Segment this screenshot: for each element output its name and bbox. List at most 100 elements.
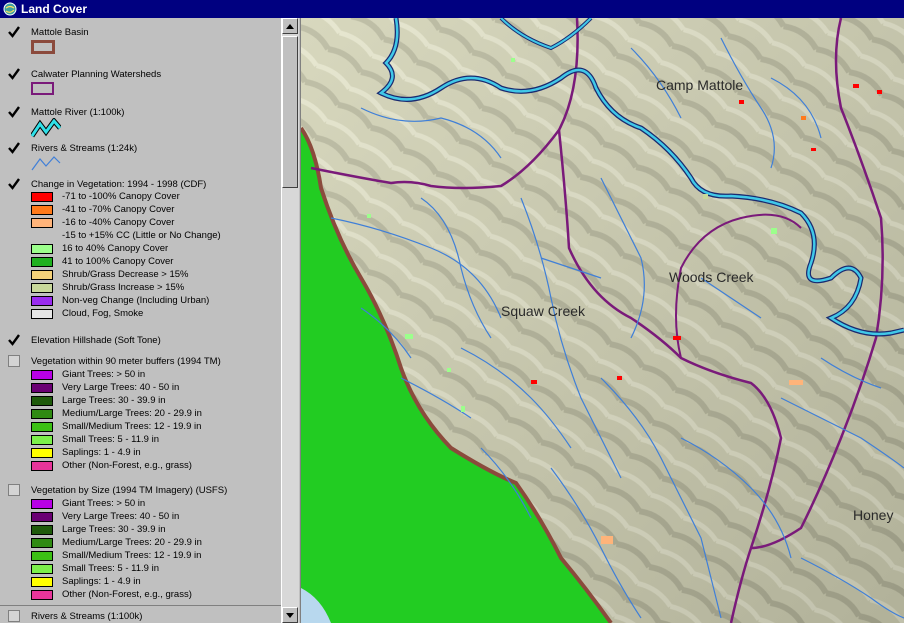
color-swatch xyxy=(31,409,53,419)
color-swatch xyxy=(31,435,53,445)
polygon-outline-icon xyxy=(31,40,55,54)
legend-class: Saplings: 1 - 4.9 in xyxy=(31,576,291,589)
legend-class: Giant Trees: > 50 in xyxy=(31,498,291,511)
stream-line-icon xyxy=(31,156,61,171)
legend-class: Small Trees: 5 - 11.9 in xyxy=(31,434,291,447)
legend-class: Other (Non-Forest, e.g., grass) xyxy=(31,460,291,473)
map-canvas: Camp Mattole Woods Creek Squaw Creek Hon… xyxy=(301,18,904,623)
color-swatch xyxy=(31,296,53,306)
map-label-squaw-creek: Squaw Creek xyxy=(501,303,586,319)
legend-class: Non-veg Change (Including Urban) xyxy=(31,295,291,308)
layer-name: Mattole River (1:100k) xyxy=(31,107,125,118)
legend-scrollbar[interactable] xyxy=(281,18,299,623)
color-swatch xyxy=(31,577,53,587)
color-swatch xyxy=(31,218,53,228)
color-swatch xyxy=(31,499,53,509)
class-label: Giant Trees: > 50 in xyxy=(62,369,146,380)
legend-class: -16 to -40% Canopy Cover xyxy=(31,217,291,230)
color-swatch xyxy=(31,396,53,406)
class-label: -15 to +15% CC (Little or No Change) xyxy=(62,230,221,241)
legend-class: -15 to +15% CC (Little or No Change) xyxy=(31,230,291,243)
legend-class: -71 to -100% Canopy Cover xyxy=(31,191,291,204)
class-label: Large Trees: 30 - 39.9 in xyxy=(62,524,166,535)
map-label-honey: Honey xyxy=(853,507,893,523)
color-swatch xyxy=(31,270,53,280)
legend-class: Other (Non-Forest, e.g., grass) xyxy=(31,589,291,602)
color-swatch xyxy=(31,538,53,548)
class-label: Large Trees: 30 - 39.9 in xyxy=(62,395,166,406)
arrow-down-icon xyxy=(286,612,294,618)
color-swatch xyxy=(31,370,53,380)
class-label: 41 to 100% Canopy Cover xyxy=(62,256,174,267)
class-label: -16 to -40% Canopy Cover xyxy=(62,217,175,228)
color-swatch xyxy=(31,257,53,267)
class-label: Giant Trees: > 50 in xyxy=(62,498,146,509)
legend-class: Small/Medium Trees: 12 - 19.9 in xyxy=(31,550,291,563)
checkmark-icon[interactable] xyxy=(8,26,20,38)
scroll-thumb[interactable] xyxy=(282,36,298,188)
class-label: Very Large Trees: 40 - 50 in xyxy=(62,382,180,393)
legend-class: Shrub/Grass Decrease > 15% xyxy=(31,269,291,282)
class-label: Other (Non-Forest, e.g., grass) xyxy=(62,589,192,600)
class-label: Medium/Large Trees: 20 - 29.9 in xyxy=(62,537,202,548)
class-label: Shrub/Grass Decrease > 15% xyxy=(62,269,189,280)
legend-panel[interactable]: Mattole Basin Calwater Planning Watershe… xyxy=(0,18,301,623)
class-label: Very Large Trees: 40 - 50 in xyxy=(62,511,180,522)
legend-class: -41 to -70% Canopy Cover xyxy=(31,204,291,217)
legend-class: Very Large Trees: 40 - 50 in xyxy=(31,511,291,524)
layer-divider xyxy=(0,605,281,606)
window-title: Land Cover xyxy=(21,2,88,16)
color-swatch xyxy=(31,461,53,471)
class-label: Small Trees: 5 - 11.9 in xyxy=(62,434,159,445)
legend-class: Small Trees: 5 - 11.9 in xyxy=(31,563,291,576)
scroll-down-button[interactable] xyxy=(282,607,298,623)
layer-name: Calwater Planning Watersheds xyxy=(31,69,162,80)
legend-class: Large Trees: 30 - 39.9 in xyxy=(31,524,291,537)
color-swatch xyxy=(31,590,53,600)
class-label: -71 to -100% Canopy Cover xyxy=(62,191,180,202)
globe-icon xyxy=(3,2,17,16)
layer-name: Rivers & Streams (1:24k) xyxy=(31,143,138,154)
layer-name: Vegetation by Size (1994 TM Imagery) (US… xyxy=(31,485,228,496)
legend-class: Large Trees: 30 - 39.9 in xyxy=(31,395,291,408)
layer-name: Rivers & Streams (1:100k) xyxy=(31,611,143,622)
legend-class: Medium/Large Trees: 20 - 29.9 in xyxy=(31,408,291,421)
legend-class: Giant Trees: > 50 in xyxy=(31,369,291,382)
class-label: Medium/Large Trees: 20 - 29.9 in xyxy=(62,408,202,419)
map-label-woods-creek: Woods Creek xyxy=(669,269,755,285)
color-swatch xyxy=(31,244,53,254)
checkbox-unchecked[interactable] xyxy=(8,355,20,367)
class-label: Saplings: 1 - 4.9 in xyxy=(62,576,141,587)
checkmark-icon[interactable] xyxy=(8,178,20,190)
checkmark-icon[interactable] xyxy=(8,334,20,346)
legend-class: 16 to 40% Canopy Cover xyxy=(31,243,291,256)
map-view[interactable]: Camp Mattole Woods Creek Squaw Creek Hon… xyxy=(301,18,904,623)
class-label: -41 to -70% Canopy Cover xyxy=(62,204,175,215)
checkmark-icon[interactable] xyxy=(8,142,20,154)
color-swatch xyxy=(31,205,53,215)
color-swatch xyxy=(31,309,53,319)
class-label: Non-veg Change (Including Urban) xyxy=(62,295,210,306)
class-label: Small Trees: 5 - 11.9 in xyxy=(62,563,159,574)
legend-class: Small/Medium Trees: 12 - 19.9 in xyxy=(31,421,291,434)
checkbox-unchecked[interactable] xyxy=(8,610,20,622)
color-swatch xyxy=(31,525,53,535)
arrow-up-icon xyxy=(286,23,294,29)
legend-class: Saplings: 1 - 4.9 in xyxy=(31,447,291,460)
layer-name: Vegetation within 90 meter buffers (1994… xyxy=(31,356,221,367)
color-swatch xyxy=(31,383,53,393)
color-swatch xyxy=(31,551,53,561)
polygon-outline-icon xyxy=(31,82,54,95)
checkbox-unchecked[interactable] xyxy=(8,484,20,496)
checkmark-icon[interactable] xyxy=(8,106,20,118)
class-label: Other (Non-Forest, e.g., grass) xyxy=(62,460,192,471)
table-of-contents: Mattole Basin Calwater Planning Watershe… xyxy=(0,18,281,623)
legend-class: Cloud, Fog, Smoke xyxy=(31,308,291,321)
color-swatch xyxy=(31,422,53,432)
class-label: Small/Medium Trees: 12 - 19.9 in xyxy=(62,421,202,432)
class-label: 16 to 40% Canopy Cover xyxy=(62,243,169,254)
color-swatch xyxy=(31,283,53,293)
scroll-up-button[interactable] xyxy=(282,18,298,34)
legend-class: Medium/Large Trees: 20 - 29.9 in xyxy=(31,537,291,550)
checkmark-icon[interactable] xyxy=(8,68,20,80)
